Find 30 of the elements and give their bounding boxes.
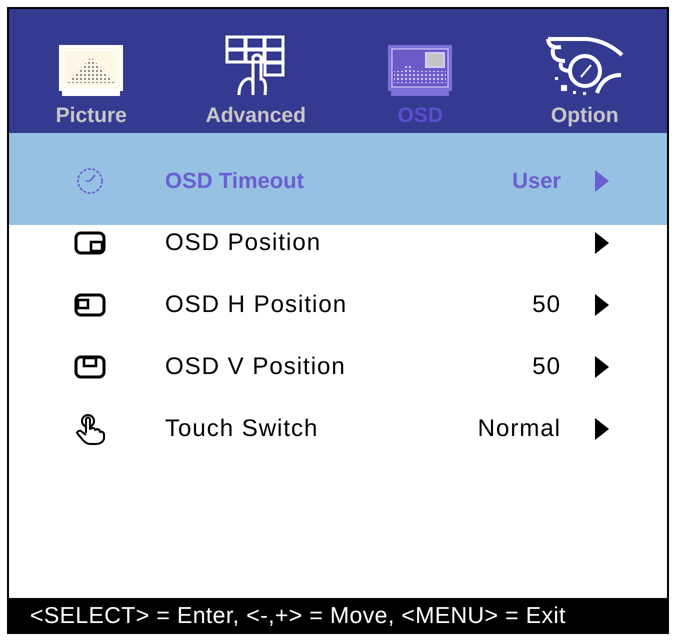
menu-row[interactable]: OSD H Position 50 <box>9 274 667 336</box>
menu-label: OSD V Position <box>165 355 347 379</box>
tab[interactable]: Option <box>502 9 667 129</box>
tab[interactable]: Picture <box>9 9 174 129</box>
monitor-icon <box>59 45 124 97</box>
menu-label: OSD Position <box>165 231 322 255</box>
right-arrow-icon <box>595 294 609 316</box>
menu-row[interactable]: OSD V Position 50 <box>9 336 667 398</box>
menu-label: OSD Timeout <box>165 170 305 192</box>
hand-knob-icon <box>544 35 625 97</box>
menu-value: 50 <box>532 293 561 317</box>
menu-value: User <box>512 170 561 192</box>
clock-icon <box>75 166 105 196</box>
right-arrow-icon <box>595 418 609 440</box>
monitor-window-icon <box>388 45 452 97</box>
menu-value: Normal <box>478 417 561 441</box>
menu-label: Touch Switch <box>165 417 320 441</box>
pointing-hand-icon <box>74 413 106 445</box>
window-left-icon <box>74 292 106 318</box>
status-bar: <SELECT> = Enter, <-,+> = Move, <MENU> = Exit <box>9 598 667 632</box>
right-arrow-icon <box>595 170 609 192</box>
window-corner-icon <box>74 230 106 256</box>
menu-row[interactable]: Touch Switch Normal <box>9 398 667 460</box>
right-arrow-icon <box>595 232 609 254</box>
tab[interactable]: Advanced <box>174 9 338 129</box>
menu-label: OSD H Position <box>165 293 348 317</box>
grid-hand-icon <box>224 35 287 97</box>
right-arrow-icon <box>595 356 609 378</box>
window-top-icon <box>74 354 106 380</box>
menu-value: 50 <box>532 355 561 379</box>
